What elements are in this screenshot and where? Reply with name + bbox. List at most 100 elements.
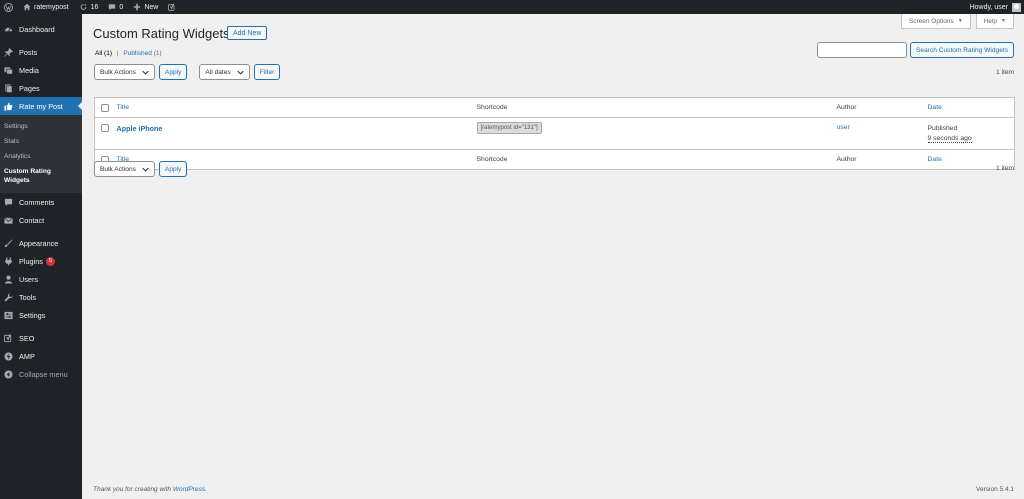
sort-date-link[interactable]: Date	[928, 156, 942, 163]
submenu-item-analytics[interactable]: Analytics	[0, 149, 82, 164]
wordpress-link[interactable]: WordPress	[173, 486, 205, 493]
bulk-actions-value: Bulk Actions	[100, 68, 136, 76]
updates-icon	[79, 3, 88, 11]
apply-button[interactable]: Apply	[158, 161, 188, 177]
sidebar-item-label: Rate my Post	[19, 101, 63, 111]
filter-button[interactable]: Filter	[253, 64, 281, 80]
dashboard-icon	[4, 25, 13, 34]
sidebar-item-contact[interactable]: Contact	[0, 211, 82, 229]
plus-icon	[133, 3, 141, 11]
comments-link[interactable]: 0	[103, 0, 128, 14]
new-label: New	[144, 3, 159, 11]
row-author-link[interactable]: user	[837, 124, 850, 131]
sidebar-item-amp[interactable]: AMP	[0, 347, 82, 365]
date-filter-value: All dates	[205, 68, 231, 76]
row-date-cell: Published 9 seconds ago	[927, 118, 1015, 150]
filter-published-link[interactable]: Published (1)	[123, 50, 161, 57]
screen-meta-links: Screen Options ▼ Help ▼	[900, 14, 1014, 29]
sidebar-item-posts[interactable]: Posts	[0, 43, 82, 61]
bulk-actions-value: Bulk Actions	[100, 165, 136, 173]
items-count: 1 item	[996, 69, 1014, 76]
updates-link[interactable]: 16	[74, 0, 104, 14]
amp-icon	[4, 351, 13, 361]
brush-icon	[4, 238, 13, 248]
footer-thanks: Thank you for creating with WordPress.	[93, 486, 207, 493]
bulk-actions-select[interactable]: Bulk Actions	[94, 161, 155, 177]
my-account-link[interactable]: Howdy, user	[969, 2, 1024, 12]
table-row: Apple iPhone [ratemypost id="131"] user …	[95, 118, 1015, 150]
page-icon	[4, 83, 13, 93]
wrench-icon	[4, 292, 13, 302]
sidebar-item-label: Users	[19, 274, 39, 284]
screen-options-label: Screen Options	[908, 17, 954, 25]
plugins-update-badge: 5	[45, 256, 55, 266]
column-author: Author	[836, 149, 928, 170]
row-checkbox[interactable]	[101, 124, 109, 132]
submenu-item-settings[interactable]: Settings	[0, 119, 82, 134]
row-status: Published	[927, 125, 958, 132]
sidebar-item-users[interactable]: Users	[0, 270, 82, 288]
date-filter-select[interactable]: All dates	[199, 64, 250, 80]
sidebar-item-media[interactable]: Media	[0, 61, 82, 79]
sidebar-item-appearance[interactable]: Appearance	[0, 234, 82, 252]
chevron-down-icon	[142, 70, 149, 75]
row-author-cell: user	[837, 118, 928, 150]
sidebar-item-pages[interactable]: Pages	[0, 79, 82, 97]
bulk-actions-select[interactable]: Bulk Actions	[94, 64, 155, 80]
sidebar-item-rate-my-post[interactable]: Rate my Post	[0, 97, 82, 115]
sidebar-item-label: Plugins	[19, 256, 43, 266]
comment-icon	[108, 3, 116, 11]
new-content-link[interactable]: New	[128, 0, 163, 14]
sidebar-item-seo[interactable]: SEO	[0, 329, 82, 347]
wordpress-logo-button[interactable]	[0, 0, 18, 14]
sort-title-link[interactable]: Title	[117, 104, 130, 111]
sidebar-item-label: Pages	[19, 83, 40, 93]
collapse-menu-button[interactable]: Collapse menu	[0, 365, 82, 383]
caret-down-icon: ▼	[957, 18, 963, 24]
yoast-seo-link[interactable]	[163, 0, 181, 14]
column-shortcode: Shortcode	[476, 149, 837, 170]
rate-my-post-submenu: Settings Stats Analytics Custom Rating W…	[0, 115, 82, 193]
sort-date-link[interactable]: Date	[928, 104, 942, 111]
sidebar-item-comments[interactable]: Comments	[0, 193, 82, 211]
mail-icon	[4, 216, 13, 225]
page-title: Custom Rating Widgets	[93, 26, 230, 41]
column-date: Date	[927, 97, 1015, 118]
shortcode-value[interactable]: [ratemypost id="131"]	[476, 122, 542, 134]
user-icon	[4, 275, 13, 284]
filter-all-link[interactable]: All (1)	[95, 50, 112, 57]
column-title: Title	[116, 97, 477, 118]
search-box: Search Custom Rating Widgets	[817, 42, 1014, 58]
row-title-cell: Apple iPhone	[117, 118, 477, 150]
collapse-icon	[4, 369, 13, 379]
footer-thanks-prefix: Thank you for creating with	[93, 486, 173, 493]
filter-published-label: Published	[123, 50, 152, 57]
submenu-item-stats[interactable]: Stats	[0, 134, 82, 149]
widgets-table: Title Shortcode Author Date Apple iPhone…	[94, 97, 1015, 170]
greeting-label: Howdy, user	[969, 3, 1008, 11]
sidebar-item-dashboard[interactable]: Dashboard	[0, 20, 82, 38]
home-icon	[23, 3, 31, 11]
row-title-link[interactable]: Apple iPhone	[117, 124, 163, 133]
sidebar-item-label: Media	[19, 65, 39, 75]
sidebar-item-plugins[interactable]: Plugins 5	[0, 252, 82, 270]
screen-options-button[interactable]: Screen Options ▼	[900, 14, 971, 29]
tablenav-top: Bulk Actions Apply All dates Filter	[94, 64, 281, 80]
add-new-button[interactable]: Add New	[227, 26, 268, 40]
select-all-cell	[94, 97, 117, 118]
apply-button[interactable]: Apply	[158, 64, 188, 80]
status-filters: All (1) | Published (1)	[95, 50, 162, 57]
site-name-link[interactable]: ratemypost	[18, 0, 74, 14]
sidebar-item-label: SEO	[19, 333, 35, 343]
search-button[interactable]: Search Custom Rating Widgets	[910, 42, 1014, 58]
select-all-checkbox[interactable]	[101, 104, 109, 112]
search-input[interactable]	[817, 42, 908, 58]
help-button[interactable]: Help ▼	[975, 14, 1014, 29]
admin-sidebar: Dashboard Posts Media Pages Rate my Post…	[0, 14, 82, 499]
sidebar-item-label: Contact	[19, 215, 45, 225]
submenu-item-custom-rating-widgets[interactable]: Custom Rating Widgets	[0, 164, 60, 188]
sidebar-item-tools[interactable]: Tools	[0, 288, 82, 306]
sidebar-item-settings[interactable]: Settings	[0, 306, 82, 324]
chevron-down-icon	[237, 70, 244, 75]
sidebar-item-label: Settings	[19, 310, 46, 320]
